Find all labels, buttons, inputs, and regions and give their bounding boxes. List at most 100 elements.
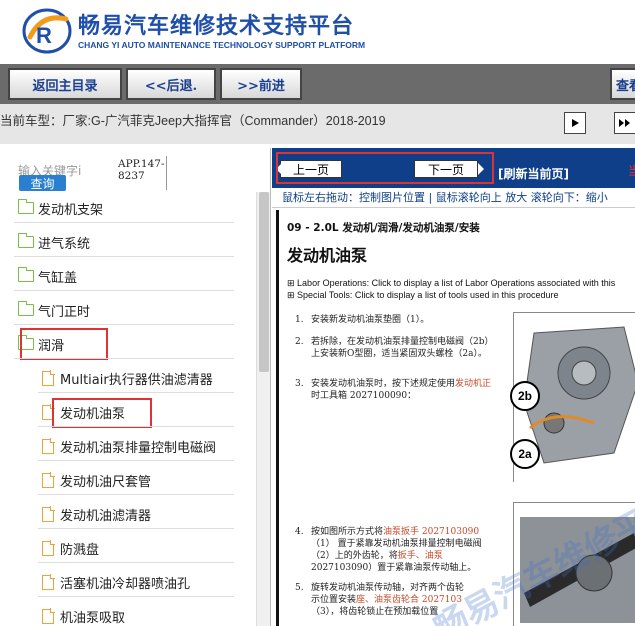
step-4-cont1: （1） 置于紧靠发动机油泵排量控制电磁阀 xyxy=(311,539,482,549)
vehicle-label: 当前车型： xyxy=(0,114,63,128)
divider xyxy=(38,562,234,563)
divider xyxy=(38,494,234,495)
tree-item[interactable]: 机油泵吸取 xyxy=(42,604,125,626)
step-4-cont3: 2027103090）置于紧靠油泵传动轴上。 xyxy=(311,563,477,573)
play-icon xyxy=(572,119,579,127)
tree-scrollbar[interactable] xyxy=(256,192,270,626)
tree-item-label: 发动机油尺套管 xyxy=(60,474,152,490)
svg-text:R: R xyxy=(36,23,52,48)
document-icon xyxy=(42,506,55,522)
tree-item-label: 防溅盘 xyxy=(60,542,100,558)
skip-icon xyxy=(619,119,630,127)
document-icon xyxy=(42,540,55,556)
divider xyxy=(14,324,234,325)
scroll-thumb[interactable] xyxy=(259,192,269,372)
refresh-page-link[interactable]: [刷新当前页] xyxy=(498,165,569,182)
divider xyxy=(38,528,234,529)
divider xyxy=(38,392,234,393)
document-icon xyxy=(42,574,55,590)
usage-hint: 鼠标左右拖动：控制图片位置 | 鼠标滚轮向上 放大 滚轮向下：缩小 xyxy=(272,188,635,208)
home-button[interactable]: 返回主目录 xyxy=(8,68,122,100)
forward-button[interactable]: >>前进 xyxy=(220,68,302,100)
tree-item-label: 气门正时 xyxy=(38,304,91,320)
tree-item[interactable]: Multiair执行器供油滤清器 xyxy=(42,366,213,390)
vehicle-info: 当前车型：厂家:G-广汽菲克Jeep大指挥官（Commander）2018-20… xyxy=(0,110,386,129)
document-view[interactable]: 09 - 2.0L 发动机/润滑/发动机油泵/安装 发动机油泵 ⊞ Labor … xyxy=(276,210,635,626)
step-1: 1. 安装新发动机油泵垫圈（1）。 xyxy=(295,315,430,325)
document-icon xyxy=(42,438,55,454)
highlight-box xyxy=(52,398,152,428)
expand-icon: ⊞ xyxy=(287,290,298,300)
highlight-box xyxy=(20,328,108,360)
folder-icon xyxy=(17,233,34,248)
folder-icon xyxy=(17,301,34,316)
tree-item-label: 机油泵吸取 xyxy=(60,610,126,626)
tree-item[interactable]: 气门正时 xyxy=(17,298,91,322)
divider xyxy=(14,290,234,291)
category-tree: 发动机支架 进气系统 气缸盖 气门正时 润滑 Multiair执行器供油滤清器 … xyxy=(0,192,256,626)
current-marker: 当 xyxy=(628,164,635,178)
document-icon xyxy=(42,472,55,488)
tree-item-label: 发动机支架 xyxy=(38,202,104,218)
step-2: 2. 若拆除，在发动机油泵排量控制电磁阀（2b） xyxy=(295,337,494,347)
divider xyxy=(38,426,234,427)
tree-item-label: 进气系统 xyxy=(38,236,91,252)
step-5-cont2: （3），将齿轮锁止在预加载位置 xyxy=(311,607,439,617)
tree-item[interactable]: 防溅盘 xyxy=(42,536,99,560)
document-icon xyxy=(42,608,55,624)
brand-subtitle: CHANG YI AUTO MAINTENANCE TECHNOLOGY SUP… xyxy=(78,40,366,50)
app-root: R 畅易汽车维修技术支持平台 CHANG YI AUTO MAINTENANCE… xyxy=(0,0,635,626)
tree-item[interactable]: 发动机油尺套管 xyxy=(42,468,151,492)
vehicle-bar: 当前车型：厂家:G-广汽菲克Jeep大指挥官（Commander）2018-20… xyxy=(0,104,635,144)
document-icon xyxy=(42,370,55,386)
step-3-cont: 时工具箱 2027100090： xyxy=(311,391,417,401)
pager-bar: 上一页 下一页 [刷新当前页] 当 xyxy=(272,148,635,188)
folder-icon xyxy=(17,199,34,214)
back-button[interactable]: <<后退. xyxy=(126,68,216,100)
divider xyxy=(14,358,234,359)
tree-item[interactable]: 发动机油泵排量控制电磁阀 xyxy=(42,434,216,458)
tree-item-label: 气缸盖 xyxy=(38,270,78,286)
app-header: R 畅易汽车维修技术支持平台 CHANG YI AUTO MAINTENANCE… xyxy=(0,0,635,62)
step-4: 4. 按如图所示方式将油泵扳手 2027103090 xyxy=(295,527,480,537)
engine-oil-pump-photo: 2b 2a xyxy=(510,312,635,483)
brand-title: 畅易汽车维修技术支持平台 xyxy=(78,14,355,39)
special-tools-link[interactable]: ⊞ Special Tools: Click to display a list… xyxy=(287,290,559,301)
doc-title: 发动机油泵 xyxy=(287,246,368,265)
callout-2a: 2a xyxy=(510,439,540,469)
tree-item-label: 发动机油滤清器 xyxy=(60,508,152,524)
doc-breadcrumb: 09 - 2.0L 发动机/润滑/发动机油泵/安装 xyxy=(287,222,480,234)
divider xyxy=(14,222,234,223)
divider xyxy=(38,596,234,597)
step-2-cont: 上安装新O型圈，适当紧固双头螺栓（2a）。 xyxy=(311,349,487,359)
tree-item[interactable]: 气缸盖 xyxy=(17,264,78,288)
step-3: 3. 安装发动机油泵时，按下述规定使用发动机正 xyxy=(295,379,492,389)
folder-icon xyxy=(17,267,34,282)
step-4-cont2: （2）上的外齿轮，将扳手、油泵 xyxy=(311,551,443,561)
tree-item-label: 活塞机油冷却器喷油孔 xyxy=(60,576,191,592)
app-code: APP.147-8237 xyxy=(118,158,165,182)
highlight-box xyxy=(276,152,494,184)
nav-toolbar: 返回主目录 <<后退. >>前进 查看 xyxy=(0,64,635,104)
content-panel: 上一页 下一页 [刷新当前页] 当 鼠标左右拖动：控制图片位置 | 鼠标滚轮向上… xyxy=(272,148,635,626)
callout-2b: 2b xyxy=(510,381,540,411)
tree-item[interactable]: 发动机油滤清器 xyxy=(42,502,151,526)
brand-logo-icon: R xyxy=(22,8,72,54)
query-button[interactable]: 查询 xyxy=(19,175,66,191)
next-section-button[interactable] xyxy=(564,112,586,134)
tree-item[interactable]: 发动机支架 xyxy=(17,196,104,220)
last-section-button[interactable] xyxy=(614,112,635,134)
tree-item-label: 发动机油泵排量控制电磁阀 xyxy=(60,440,217,456)
view-button[interactable]: 查看 xyxy=(610,68,635,100)
labor-operations-link[interactable]: ⊞ Labor Operations: Click to display a l… xyxy=(287,278,615,289)
vehicle-value: 厂家:G-广汽菲克Jeep大指挥官（Commander）2018-2019 xyxy=(62,114,386,128)
expand-icon: ⊞ xyxy=(287,278,298,288)
divider xyxy=(166,156,167,190)
tree-item-label: Multiair执行器供油滤清器 xyxy=(60,372,213,388)
tree-item[interactable]: 活塞机油冷却器喷油孔 xyxy=(42,570,190,594)
left-panel: 输入关键字i APP.147-8237 查询 发动机支架 进气系统 气缸盖 气门… xyxy=(0,148,271,626)
divider xyxy=(38,460,234,461)
tree-item[interactable]: 进气系统 xyxy=(17,230,91,254)
step-5: 5. 旋转发动机油泵传动轴，对齐两个齿轮 xyxy=(295,583,465,593)
divider xyxy=(14,256,234,257)
